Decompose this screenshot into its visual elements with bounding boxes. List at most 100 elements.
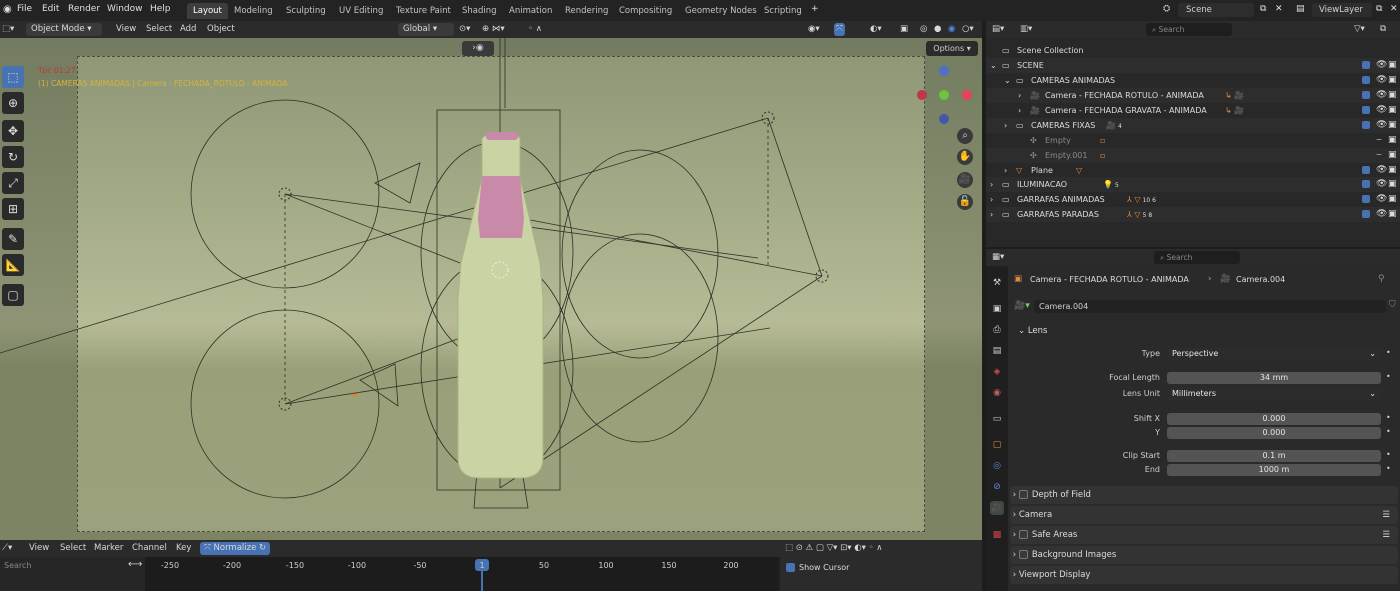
menu-help[interactable]: Help	[150, 4, 171, 14]
outliner-row[interactable]: ⌄ ▭ CAMERAS ANIMADAS 👁 ▣	[986, 73, 1400, 88]
timeline-menu-marker[interactable]: Marker	[94, 542, 123, 555]
exclude-checkbox[interactable]	[1362, 192, 1374, 207]
tool-tab-icon[interactable]: ⚒	[990, 276, 1004, 290]
add-cube-tool-icon[interactable]: ▢	[2, 284, 24, 306]
outliner-row[interactable]: ✣ Empty ▫ ⌣ ▣	[986, 133, 1400, 148]
outliner-row[interactable]: › ▭ CAMERAS FIXAS 🎥 4 👁 ▣	[986, 118, 1400, 133]
visibility-eye-icon[interactable]: 👁	[1376, 118, 1387, 133]
filter-icon[interactable]: ▽▾	[1354, 23, 1365, 36]
visibility-eye-icon[interactable]: 👁	[1376, 163, 1387, 178]
outliner-row[interactable]: › ▭ GARRAFAS PARADAS ⅄ ▽ 5 8 👁 ▣	[986, 207, 1400, 222]
move-tool-icon[interactable]: ✥	[2, 120, 24, 142]
outliner-row[interactable]: ▭ Scene Collection	[986, 43, 1400, 58]
add-workspace-icon[interactable]: +	[811, 4, 819, 14]
tab-compositing[interactable]: Compositing	[613, 3, 678, 19]
gizmo-z-axis[interactable]	[939, 66, 949, 76]
expand-icon[interactable]: ›	[990, 177, 993, 192]
clip-start-keyframe-dot[interactable]: •	[1386, 450, 1391, 459]
exclude-checkbox[interactable]	[1362, 103, 1374, 118]
texture-tab-icon[interactable]: ▩	[990, 528, 1004, 542]
frame-ruler[interactable]: -250 -200 -150 -100 -50 1 50 100 150 200	[145, 557, 777, 591]
camera-view-icon[interactable]: 🎥	[957, 172, 973, 188]
pin-icon[interactable]: ⚲	[1378, 274, 1385, 284]
blender-logo-icon[interactable]: ◉	[3, 4, 12, 15]
visibility-eye-icon[interactable]: 👁	[1376, 103, 1387, 118]
clip-end-keyframe-dot[interactable]: •	[1386, 464, 1391, 473]
properties-search-input[interactable]: ⌕ Search	[1154, 251, 1240, 264]
3d-viewport[interactable]: Tpc 01:27 (1) CAMERAS ANIMADAS | Camera …	[0, 38, 982, 540]
camera-panel[interactable]: › Camera ☰	[1010, 506, 1398, 524]
collection-tab-icon[interactable]: ▭	[990, 412, 1004, 426]
sync-icon[interactable]: ⟷	[128, 559, 142, 570]
depth-of-field-panel[interactable]: › Depth of Field	[1010, 486, 1398, 504]
outliner-row[interactable]: › 🎥 Camera - FECHADA ROTULO - ANIMADA ↳ 🎥 👁 ▣	[986, 88, 1400, 103]
world-tab-icon[interactable]: ◉	[990, 386, 1004, 400]
menu-select[interactable]: Select	[146, 23, 172, 36]
menu-edit[interactable]: Edit	[42, 4, 59, 14]
rotate-tool-icon[interactable]: ↻	[2, 146, 24, 168]
tab-animation[interactable]: Animation	[503, 3, 558, 19]
visibility-eye-icon[interactable]: 👁	[1376, 207, 1387, 222]
editor-type-icon-timeline[interactable]: ⟋▾	[2, 542, 12, 555]
focal-keyframe-dot[interactable]: •	[1386, 372, 1391, 381]
new-scene-icon[interactable]: ⧉	[1260, 4, 1266, 14]
normalize-toggle[interactable]: ⤧ Normalize ↻	[200, 542, 271, 555]
tab-texture-paint[interactable]: Texture Paint	[390, 3, 457, 19]
timeline-menu-channel[interactable]: Channel	[132, 542, 167, 555]
gizmo-x-axis[interactable]	[962, 90, 972, 100]
visibility-eye-icon[interactable]: 👁	[1376, 73, 1387, 88]
tab-scripting[interactable]: Scripting	[758, 3, 808, 19]
focal-length-field[interactable]: 34 mm	[1167, 372, 1381, 384]
shading-rendered-icon[interactable]: ○▾	[962, 23, 974, 36]
render-camera-icon[interactable]: ▣	[1388, 177, 1397, 192]
safe-areas-panel[interactable]: › Safe Areas ☰	[1010, 526, 1398, 544]
exclude-checkbox[interactable]	[1362, 207, 1374, 222]
render-camera-icon[interactable]: ▣	[1388, 58, 1397, 73]
background-images-panel[interactable]: › Background Images	[1010, 546, 1398, 564]
gizmo-neg-z-axis[interactable]	[939, 114, 949, 124]
exclude-checkbox[interactable]	[1362, 73, 1374, 88]
select-box-tool-icon[interactable]: ⬚	[2, 66, 24, 88]
gizmo-toggle-icon[interactable]: ⤧	[834, 23, 845, 36]
outliner-row[interactable]: › 🎥 Camera - FECHADA GRAVATA - ANIMADA ↳ 🎥 👁…	[986, 103, 1400, 118]
tab-shading[interactable]: Shading	[456, 3, 503, 19]
tab-rendering[interactable]: Rendering	[559, 3, 614, 19]
lock-camera-icon[interactable]: 🔓	[957, 194, 973, 210]
camera-data-tab-icon[interactable]: 🎥	[990, 501, 1004, 515]
header-collapse-toggle[interactable]: ›◉	[462, 41, 494, 56]
tab-geometry-nodes[interactable]: Geometry Nodes	[679, 3, 763, 19]
visibility-eye-icon[interactable]: ⌣	[1376, 148, 1382, 163]
type-keyframe-dot[interactable]: •	[1386, 348, 1391, 357]
pan-hand-icon[interactable]: ✋	[957, 149, 973, 165]
outliner-row[interactable]: › ▭ ILUMINACAO 💡 5 👁 ▣	[986, 177, 1400, 192]
render-camera-icon[interactable]: ▣	[1388, 103, 1397, 118]
mode-dropdown[interactable]: Object Mode ▾	[26, 23, 102, 36]
expand-icon[interactable]: ›	[990, 207, 993, 222]
visibility-eye-icon[interactable]: 👁	[1376, 58, 1387, 73]
render-camera-icon[interactable]: ▣	[1388, 88, 1397, 103]
timeline-search-input[interactable]: Search	[4, 561, 31, 570]
render-camera-icon[interactable]: ▣	[1388, 163, 1397, 178]
outliner-row[interactable]: › ▭ GARRAFAS ANIMADAS ⅄ ▽ 10 6 👁 ▣	[986, 192, 1400, 207]
output-tab-icon[interactable]: ⎙	[990, 323, 1004, 337]
visibility-eye-icon[interactable]: 👁	[1376, 192, 1387, 207]
annotate-tool-icon[interactable]: ✎	[2, 228, 24, 250]
constraints-tab-icon[interactable]: ⊘	[990, 480, 1004, 494]
menu-view[interactable]: View	[116, 23, 136, 36]
new-collection-icon[interactable]: ⧉	[1380, 23, 1386, 36]
expand-icon[interactable]: ›	[1018, 88, 1021, 103]
tab-layout[interactable]: Layout	[187, 3, 228, 19]
editor-type-icon[interactable]: ⬚▾	[2, 23, 14, 36]
shading-solid-icon[interactable]: ●	[934, 23, 941, 36]
exclude-checkbox[interactable]	[1362, 58, 1374, 73]
exclude-checkbox[interactable]	[1362, 118, 1374, 133]
options-dropdown[interactable]: Options ▾	[926, 41, 978, 56]
measure-tool-icon[interactable]: 📐	[2, 254, 24, 276]
gizmo-y-axis[interactable]	[939, 90, 949, 100]
exclude-checkbox[interactable]	[1362, 88, 1374, 103]
menu-render[interactable]: Render	[68, 4, 100, 14]
shading-material-icon[interactable]: ◉	[948, 23, 955, 36]
zoom-icon[interactable]: ⌕	[957, 128, 973, 144]
scale-tool-icon[interactable]: ⤢	[2, 172, 24, 194]
expand-icon[interactable]: ›	[1004, 163, 1007, 178]
